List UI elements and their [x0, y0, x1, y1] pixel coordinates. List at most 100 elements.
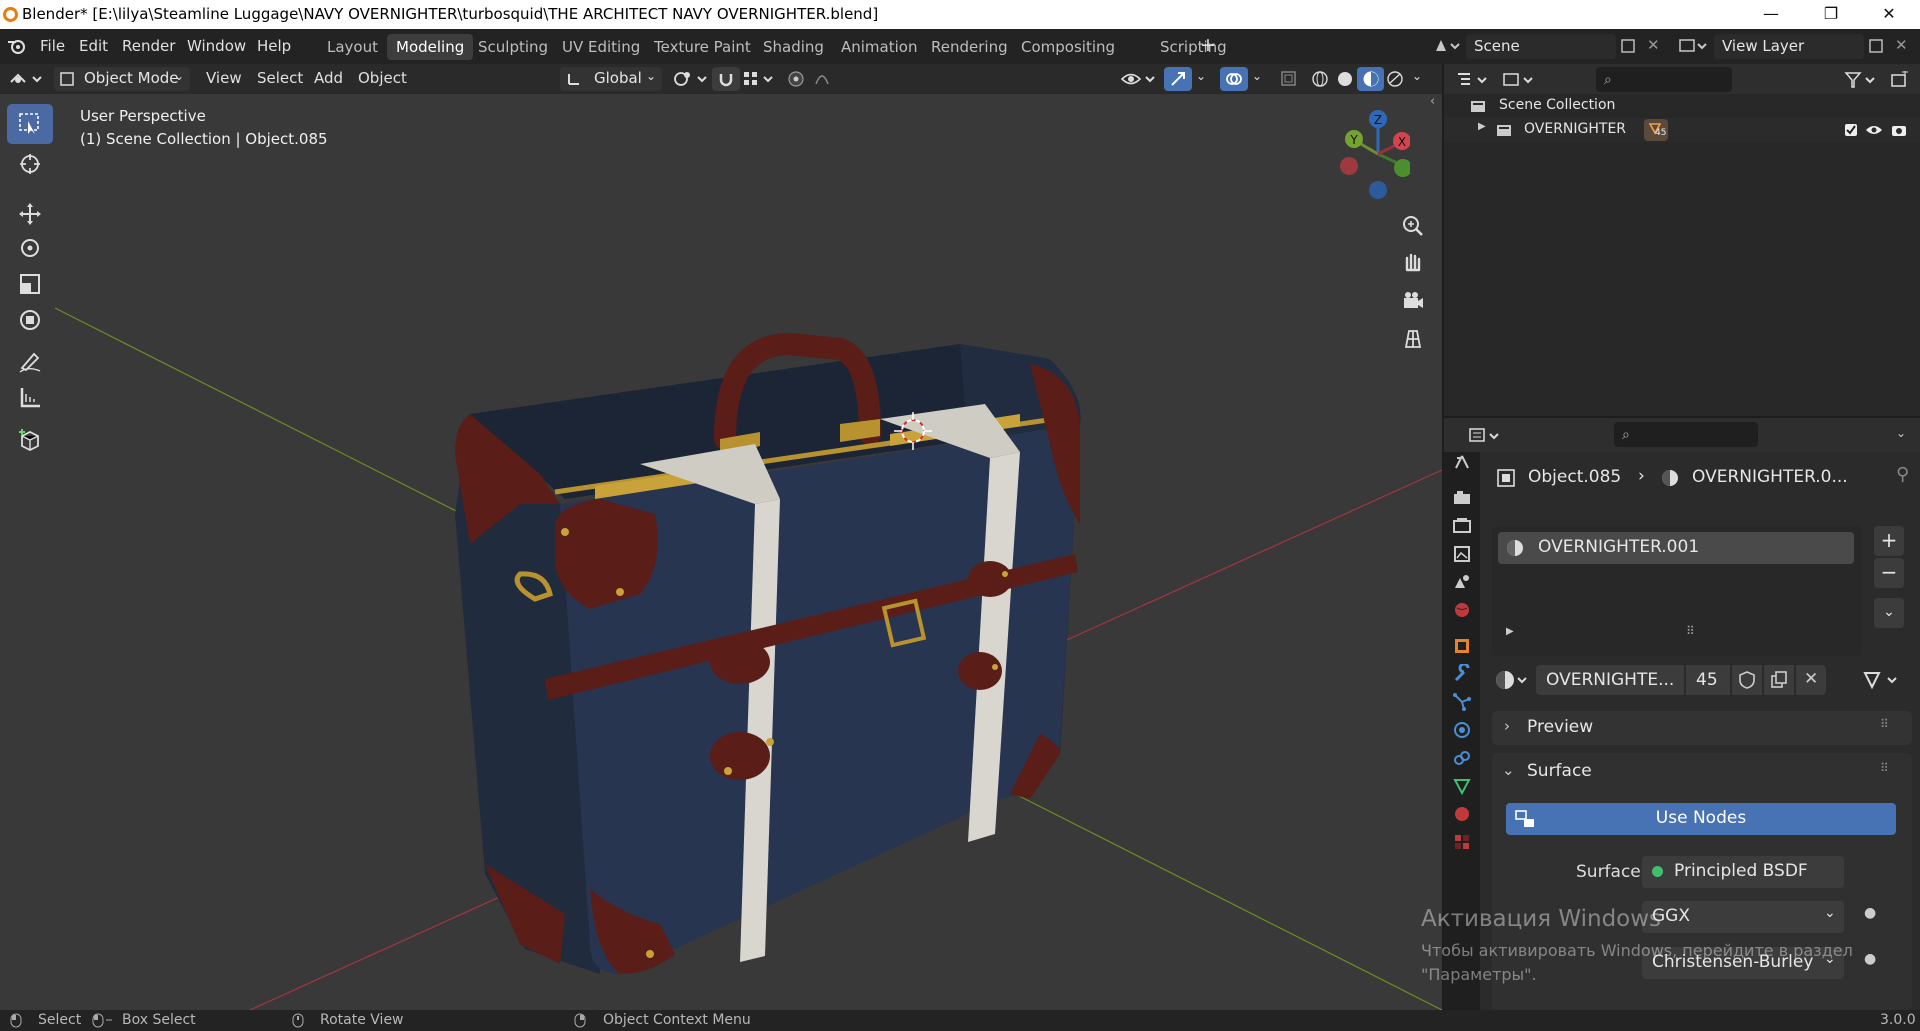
delete-view-layer-icon[interactable]: ✕ [1895, 36, 1908, 54]
pin-icon[interactable]: ⚲ [1896, 464, 1909, 485]
solid-shading-icon[interactable] [1335, 69, 1355, 89]
render-tab-icon[interactable] [1452, 488, 1472, 508]
scale-tool[interactable] [7, 264, 53, 304]
pan-view-button[interactable] [1398, 248, 1428, 278]
new-collection-icon[interactable] [1890, 71, 1910, 89]
world-tab-icon[interactable] [1452, 600, 1472, 620]
tab-uv-editing[interactable]: UV Editing [553, 34, 649, 60]
object-mode-dropdown[interactable]: Object Mode ⌄ [54, 67, 190, 91]
view-layer-field[interactable]: View Layer [1714, 34, 1864, 59]
preview-panel-header[interactable]: › Preview ⠿ [1492, 711, 1912, 745]
view-layer-icon[interactable] [1678, 37, 1710, 55]
object-tab-icon[interactable] [1452, 636, 1472, 656]
drag-handle-icon[interactable]: ⠿ [1880, 761, 1889, 775]
use-nodes-button[interactable]: Use Nodes [1506, 803, 1896, 835]
wireframe-shading-icon[interactable] [1310, 69, 1330, 89]
physics-tab-icon[interactable] [1452, 720, 1472, 740]
proportional-editing-icon[interactable] [786, 70, 846, 88]
browse-material-icon[interactable] [1494, 669, 1530, 691]
chevron-down-icon[interactable]: ⌄ [1412, 69, 1422, 83]
new-scene-icon[interactable] [1620, 38, 1638, 54]
outliner-search-input[interactable]: ⌕ [1596, 67, 1732, 92]
transform-orientation-dropdown[interactable]: Global ⌄ [560, 67, 662, 91]
tab-rendering[interactable]: Rendering [922, 34, 1017, 60]
duplicate-material-button[interactable] [1764, 665, 1794, 695]
tool-tab-icon[interactable] [1452, 452, 1472, 472]
new-view-layer-icon[interactable] [1868, 38, 1886, 54]
xray-toggle-icon[interactable] [1280, 70, 1298, 88]
remove-material-slot-button[interactable]: − [1874, 558, 1904, 588]
menu-window[interactable]: Window [187, 37, 246, 55]
blender-menu-icon[interactable] [7, 37, 27, 55]
material-name-field[interactable]: OVERNIGHTE... [1536, 665, 1684, 695]
minimize-button[interactable]: — [1748, 4, 1794, 26]
filter-icon[interactable] [1844, 71, 1880, 89]
display-mode-icon[interactable] [1502, 71, 1538, 89]
scene-selector-icon[interactable] [1433, 37, 1463, 55]
socket-dot-icon[interactable]: ● [1864, 905, 1876, 921]
3d-viewport[interactable]: User Perspective (1) Scene Collection | … [0, 94, 1442, 1010]
rotate-tool[interactable] [7, 228, 53, 268]
add-workspace-button[interactable]: + [1200, 34, 1216, 56]
chevron-down-icon[interactable]: ⌄ [1196, 69, 1206, 83]
menu-add[interactable]: Add [314, 69, 343, 87]
outliner-row-scene-collection[interactable]: Scene Collection [1444, 94, 1920, 118]
resize-handle-icon[interactable]: ⠿ [1686, 624, 1695, 638]
exclude-checkbox-icon[interactable] [1844, 123, 1858, 137]
view-layer-tab-icon[interactable] [1452, 544, 1472, 564]
socket-dot-icon[interactable]: ● [1864, 951, 1876, 967]
tab-scripting[interactable]: Scripting [1151, 34, 1236, 60]
visibility-selectability-icon[interactable] [1120, 70, 1160, 88]
zoom-view-button[interactable] [1398, 212, 1428, 242]
snap-toggle[interactable] [712, 67, 740, 91]
drag-handle-icon[interactable]: ⠿ [1880, 717, 1889, 731]
add-cube-tool[interactable] [7, 420, 53, 460]
chevron-down-icon[interactable]: ⌄ [1896, 426, 1906, 440]
menu-select[interactable]: Select [257, 69, 303, 87]
fake-user-button[interactable] [1732, 665, 1762, 695]
surface-shader-field[interactable]: Principled BSDF [1642, 856, 1844, 888]
navigation-gizmo[interactable]: Z X Y [1330, 104, 1410, 204]
surface-panel-title[interactable]: Surface [1527, 761, 1592, 781]
particles-tab-icon[interactable] [1452, 692, 1472, 712]
output-tab-icon[interactable] [1452, 516, 1472, 536]
menu-edit[interactable]: Edit [79, 37, 108, 55]
material-user-count[interactable]: 45 [1686, 665, 1730, 695]
annotate-tool[interactable] [7, 342, 53, 382]
menu-help[interactable]: Help [257, 37, 291, 55]
tab-animation[interactable]: Animation [832, 34, 926, 60]
cursor-tool[interactable] [7, 144, 53, 184]
editor-type-icon[interactable] [9, 70, 45, 88]
distribution-dropdown[interactable]: GGX ⌄ [1642, 901, 1844, 933]
link-mode-icon[interactable] [1862, 669, 1908, 691]
scene-tab-icon[interactable] [1452, 572, 1472, 592]
menu-render[interactable]: Render [122, 37, 175, 55]
expand-arrow-icon[interactable]: ▶ [1478, 121, 1486, 132]
overlays-toggle[interactable] [1220, 67, 1248, 91]
delete-scene-icon[interactable]: ✕ [1647, 36, 1660, 54]
add-material-slot-button[interactable]: + [1874, 526, 1904, 556]
menu-object[interactable]: Object [358, 69, 407, 87]
snap-target-icon[interactable] [742, 70, 778, 88]
sidebar-toggle-icon[interactable]: ‹ [1430, 94, 1435, 109]
tab-shading[interactable]: Shading [754, 34, 833, 60]
rendered-shading-icon[interactable] [1385, 69, 1405, 89]
pivot-point-icon[interactable] [672, 70, 712, 88]
tab-layout[interactable]: Layout [318, 34, 387, 60]
maximize-button[interactable]: ❐ [1808, 4, 1854, 26]
camera-view-button[interactable] [1398, 286, 1428, 316]
select-box-tool[interactable] [7, 104, 53, 144]
modifier-tab-icon[interactable] [1452, 664, 1472, 684]
gizmo-toggle[interactable] [1164, 67, 1192, 91]
unlink-material-button[interactable]: ✕ [1796, 665, 1826, 695]
data-tab-icon[interactable] [1452, 776, 1472, 796]
tab-compositing[interactable]: Compositing [1012, 34, 1124, 60]
material-specials-button[interactable]: ⌄ [1874, 598, 1904, 628]
scene-name-field[interactable]: Scene [1466, 34, 1616, 59]
editor-type-icon[interactable] [1468, 427, 1504, 445]
tab-modeling[interactable]: Modeling [387, 34, 474, 60]
material-tab-icon[interactable] [1452, 804, 1472, 824]
measure-tool[interactable] [7, 378, 53, 418]
tab-texture-paint[interactable]: Texture Paint [645, 34, 760, 60]
camera-render-icon[interactable] [1890, 122, 1908, 138]
